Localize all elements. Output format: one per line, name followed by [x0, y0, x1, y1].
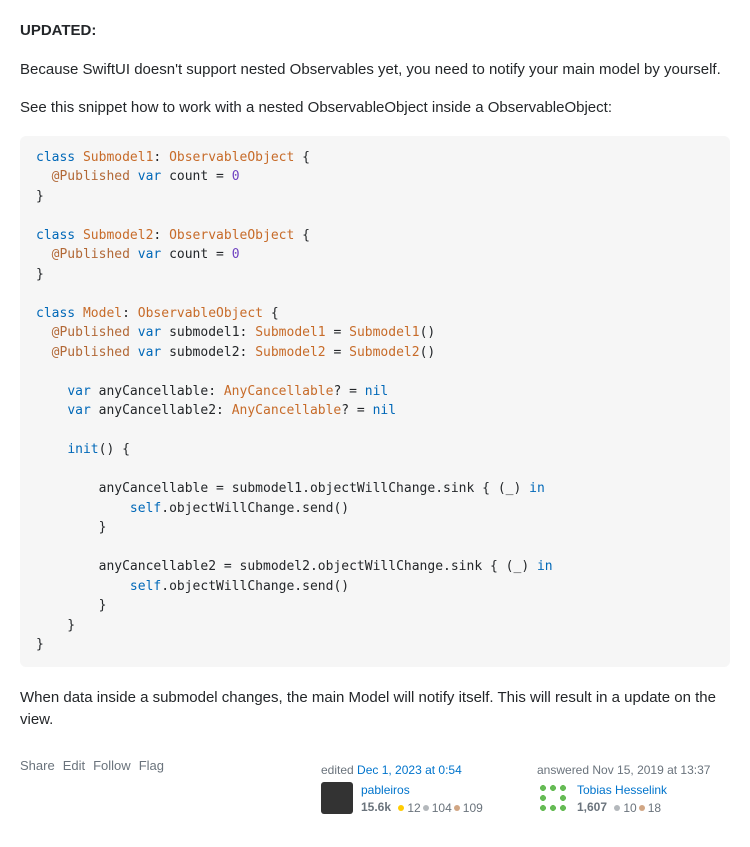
editor-action-label: edited [321, 763, 357, 777]
silver-badge-count: 104 [423, 800, 452, 817]
answer-body: UPDATED: Because SwiftUI doesn't support… [20, 20, 730, 732]
bronze-badge-icon [454, 805, 460, 811]
gold-badge-count: 12 [398, 800, 420, 817]
silver-badge-icon [614, 805, 620, 811]
bronze-badge-icon [639, 805, 645, 811]
answer-paragraph-3: When data inside a submodel changes, the… [20, 687, 730, 732]
editor-reputation: 15.6k [361, 800, 391, 814]
user-cards: edited Dec 1, 2023 at 0:54 pableiros 15.… [314, 756, 730, 824]
post-menu: Share Edit Follow Flag edited Dec 1, 202… [20, 756, 730, 824]
gold-badge-icon [398, 805, 404, 811]
answer-paragraph-2: See this snippet how to work with a nest… [20, 97, 730, 120]
post-actions: Share Edit Follow Flag [20, 756, 164, 776]
updated-label: UPDATED: [20, 22, 96, 39]
editor-name-link[interactable]: pableiros [361, 783, 410, 797]
avatar[interactable] [321, 782, 353, 814]
answer-paragraph-1: Because SwiftUI doesn't support nested O… [20, 59, 730, 82]
author-name-link[interactable]: Tobias Hesselink [577, 783, 667, 797]
edit-timestamp-link[interactable]: Dec 1, 2023 at 0:54 [357, 763, 462, 777]
answer-timestamp: Nov 15, 2019 at 13:37 [592, 763, 710, 777]
author-reputation: 1,607 [577, 800, 607, 814]
author-action-label: answered [537, 763, 592, 777]
follow-button[interactable]: Follow [93, 756, 131, 776]
edit-button[interactable]: Edit [63, 756, 85, 776]
editor-card: edited Dec 1, 2023 at 0:54 pableiros 15.… [314, 756, 514, 824]
bronze-badge-count: 109 [454, 800, 483, 817]
flag-button[interactable]: Flag [139, 756, 164, 776]
silver-badge-icon [423, 805, 429, 811]
avatar[interactable] [537, 782, 569, 814]
silver-badge-count: 10 [614, 800, 636, 817]
code-block[interactable]: class Submodel1: ObservableObject { @Pub… [20, 136, 730, 667]
share-button[interactable]: Share [20, 756, 55, 776]
author-card: answered Nov 15, 2019 at 13:37 Tobias He… [530, 756, 730, 824]
bronze-badge-count: 18 [639, 800, 661, 817]
